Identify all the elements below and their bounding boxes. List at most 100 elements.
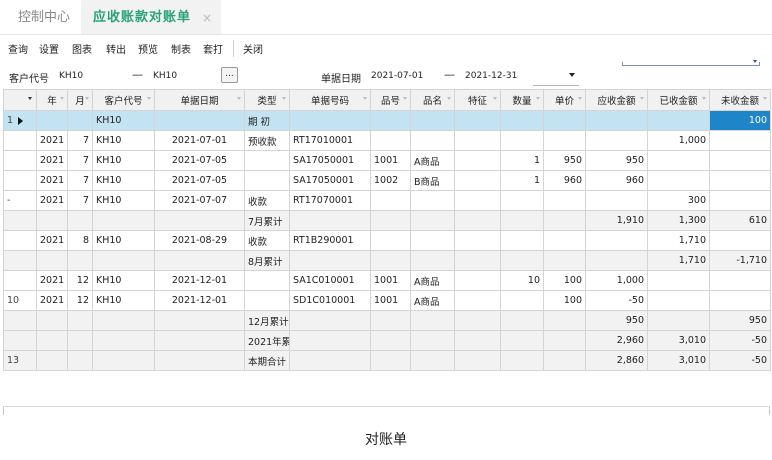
cell-year[interactable] [36,310,68,331]
cell-customer-code[interactable]: KH10 [92,230,155,251]
column-header-feature[interactable]: 特征 [454,89,501,111]
cell-month[interactable]: 12 [67,290,93,311]
cell-unit-price[interactable]: 100 [543,270,586,291]
cell-unreceived-amount[interactable]: -1,710 [709,250,771,271]
cell-doc-date[interactable] [154,210,245,231]
cell-year[interactable] [36,210,68,231]
cell-year[interactable]: 2021 [36,230,68,251]
table-row[interactable]: 2021 12 KH10 2021-12-01 SA1C010001 1001 A商品 10 1… [3,270,771,291]
cell-year[interactable]: 2021 [36,150,68,171]
cell-item-name[interactable] [410,190,455,211]
cell-doc-date[interactable] [154,110,245,131]
cell-doc-no[interactable] [289,250,371,271]
filter-arrow-icon[interactable] [763,97,767,100]
cell-row-indicator[interactable]: 13 [3,350,37,371]
template-print-button[interactable]: 套打 [203,41,223,56]
cell-item-name[interactable] [410,330,455,351]
cell-receivable-amount[interactable] [585,250,648,271]
filter-arrow-icon[interactable] [447,97,451,100]
cell-unit-price[interactable] [543,350,586,371]
cell-item-no[interactable] [370,310,411,331]
cell-type[interactable]: 预收款 [244,130,290,151]
cell-year[interactable] [36,250,68,271]
cell-type[interactable] [244,170,290,191]
cell-quantity[interactable]: 10 [500,270,544,291]
settings-button[interactable]: 设置 [39,41,59,56]
cell-year[interactable] [36,110,68,131]
cell-item-no[interactable] [370,190,411,211]
cell-unit-price[interactable] [543,330,586,351]
column-header-type[interactable]: 类型 [244,89,290,111]
cell-quantity[interactable] [500,210,544,231]
cell-feature[interactable] [454,190,501,211]
cell-doc-no[interactable] [289,110,371,131]
cell-row-indicator[interactable]: 10 [3,290,37,311]
cell-item-no[interactable]: 1001 [370,290,411,311]
filter-arrow-icon[interactable] [282,97,286,100]
cell-row-indicator[interactable]: - [3,190,37,211]
close-button[interactable]: 关闭 [243,41,263,56]
cell-received-amount[interactable]: 1,710 [647,230,710,251]
cell-receivable-amount[interactable] [585,230,648,251]
cell-item-name[interactable] [410,130,455,151]
cell-item-name[interactable]: A商品 [410,150,455,171]
cell-item-name[interactable] [410,110,455,131]
cell-customer-code[interactable] [92,210,155,231]
preview-button[interactable]: 预览 [138,41,158,56]
customer-lookup-button[interactable]: ... [221,67,238,83]
cell-item-no[interactable] [370,350,411,371]
date-from-input[interactable]: 2021-07-01 [371,71,423,81]
cell-type[interactable]: 12月累计 [244,310,290,331]
cell-quantity[interactable] [500,290,544,311]
cell-unreceived-amount[interactable]: 610 [709,210,771,231]
cell-feature[interactable] [454,110,501,131]
cell-row-indicator[interactable]: 1 [3,110,37,131]
cell-unreceived-amount[interactable]: 950 [709,310,771,331]
filter-arrow-icon[interactable] [702,97,706,100]
cell-received-amount[interactable]: 3,010 [647,330,710,351]
cell-unit-price[interactable] [543,210,586,231]
cell-feature[interactable] [454,230,501,251]
cell-item-name[interactable]: A商品 [410,270,455,291]
cell-quantity[interactable]: 1 [500,150,544,171]
cell-month[interactable]: 7 [67,130,93,151]
cell-quantity[interactable] [500,310,544,331]
cell-unit-price[interactable] [543,190,586,211]
cell-unit-price[interactable]: 950 [543,150,586,171]
cell-receivable-amount[interactable]: 2,960 [585,330,648,351]
customer-to-input[interactable]: KH10 [153,71,177,81]
cell-unreceived-amount[interactable] [709,130,771,151]
export-button[interactable]: 转出 [106,41,126,56]
filter-arrow-icon[interactable] [403,97,407,100]
filter-arrow-icon[interactable] [493,97,497,100]
cell-type[interactable]: 本期合计 [244,350,290,371]
cell-doc-no[interactable]: RT1B290001 [289,230,371,251]
cell-doc-date[interactable]: 2021-07-05 [154,150,245,171]
tab-ar-statement[interactable]: 应收账款对账单 × [81,0,221,34]
cell-customer-code[interactable] [92,310,155,331]
cell-unreceived-amount[interactable]: 100 [709,110,771,131]
cell-received-amount[interactable] [647,150,710,171]
filter-arrow-icon[interactable] [147,97,151,100]
cell-doc-no[interactable]: SA17050001 [289,150,371,171]
cell-item-name[interactable] [410,350,455,371]
cell-month[interactable]: 7 [67,170,93,191]
cell-received-amount[interactable]: 300 [647,190,710,211]
cell-unit-price[interactable] [543,230,586,251]
cell-customer-code[interactable] [92,330,155,351]
cell-receivable-amount[interactable]: 960 [585,170,648,191]
cell-year[interactable]: 2021 [36,190,68,211]
cell-doc-date[interactable]: 2021-08-29 [154,230,245,251]
chart-button[interactable]: 图表 [72,41,92,56]
cell-received-amount[interactable] [647,170,710,191]
table-row[interactable]: 2021 7 KH10 2021-07-01 预收款 RT17010001 1,000 [3,130,771,151]
cell-unreceived-amount[interactable] [709,270,771,291]
cell-customer-code[interactable]: KH10 [92,110,155,131]
cell-year[interactable]: 2021 [36,170,68,191]
cell-row-indicator[interactable] [3,330,37,351]
cell-unreceived-amount[interactable] [709,190,771,211]
filter-arrow-icon[interactable] [28,97,32,100]
cell-customer-code[interactable] [92,250,155,271]
cell-doc-no[interactable] [289,310,371,331]
cell-receivable-amount[interactable] [585,130,648,151]
